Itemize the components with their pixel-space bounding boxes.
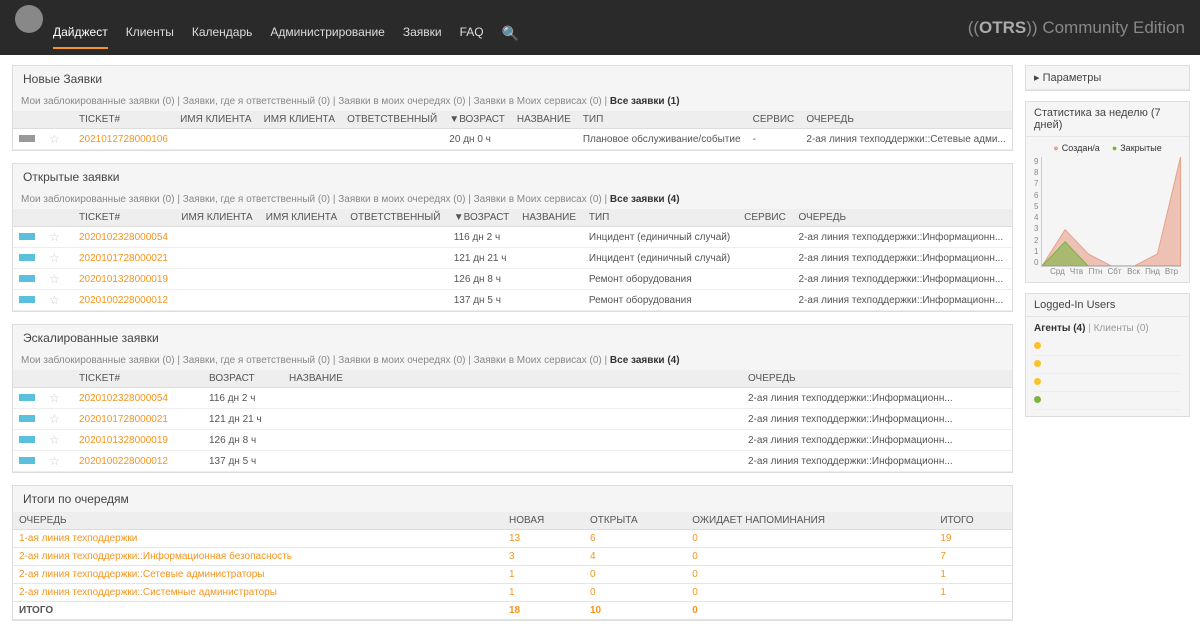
table-row[interactable]: ☆ 2020100228000012137 дн 5 ч2-ая линия т… [13, 451, 1012, 472]
user-row[interactable] [1034, 392, 1181, 410]
widget-escalated-tickets: Эскалированные заявки Мои заблокированны… [12, 324, 1013, 473]
star-icon[interactable]: ☆ [49, 454, 60, 468]
table-row[interactable]: ☆ 2020101328000019 126 дн 8 чРемонт обор… [13, 269, 1012, 290]
star-icon[interactable]: ☆ [49, 230, 60, 244]
table-row[interactable]: 2-ая линия техподдержки::Системные админ… [13, 584, 1012, 602]
status-flag [19, 394, 35, 401]
widget-queue-totals: Итоги по очередям ОЧЕРЕДЬ НОВАЯОТКРЫТА О… [12, 485, 1013, 621]
avatar[interactable] [15, 5, 43, 33]
table-row[interactable]: ☆ 2020101728000021121 дн 21 ч2-ая линия … [13, 409, 1012, 430]
status-dot-icon [1034, 378, 1041, 385]
star-icon[interactable]: ☆ [49, 433, 60, 447]
table-row[interactable]: ☆ 2020101728000021 121 дн 21 чИнцидент (… [13, 248, 1012, 269]
main-nav: Дайджест Клиенты Календарь Администриров… [53, 25, 519, 49]
table-row[interactable]: ☆ 2020100228000012 137 дн 5 чРемонт обор… [13, 290, 1012, 311]
nav-admin[interactable]: Администрирование [270, 25, 384, 49]
widget-title: Итоги по очередям [13, 486, 1012, 512]
table-row[interactable]: ☆ 2020102328000054116 дн 2 ч2-ая линия т… [13, 388, 1012, 409]
chart-legend: Создан/а Закрытые [1034, 143, 1181, 153]
queue-totals-table: ОЧЕРЕДЬ НОВАЯОТКРЫТА ОЖИДАЕТ НАПОМИНАНИЯ… [13, 512, 1012, 620]
status-dot-icon [1034, 342, 1041, 349]
new-tickets-table: TICKET#ИМЯ КЛИЕНТАИМЯ КЛИЕНТА ОТВЕТСТВЕН… [13, 111, 1012, 150]
widget-title: Новые Заявки [13, 66, 1012, 92]
table-row[interactable]: ☆ 2020102328000054 116 дн 2 чИнцидент (е… [13, 227, 1012, 248]
status-flag [19, 135, 35, 142]
status-flag [19, 415, 35, 422]
nav-calendar[interactable]: Календарь [192, 25, 253, 49]
logged-users-box: Logged-In Users Агенты (4) | Клиенты (0) [1025, 293, 1190, 417]
widget-open-tickets: Открытые заявки Мои заблокированные заяв… [12, 163, 1013, 312]
top-bar: Дайджест Клиенты Календарь Администриров… [0, 0, 1200, 55]
open-tickets-table: TICKET#ИМЯ КЛИЕНТАИМЯ КЛИЕНТА ОТВЕТСТВЕН… [13, 209, 1012, 311]
status-dot-icon [1034, 396, 1041, 403]
params-box[interactable]: ▸ Параметры [1025, 65, 1190, 91]
nav-faq[interactable]: FAQ [460, 25, 484, 49]
search-icon[interactable]: 🔍 [502, 25, 519, 49]
user-row[interactable] [1034, 374, 1181, 392]
star-icon[interactable]: ☆ [49, 272, 60, 286]
escalated-tickets-table: TICKET# ВОЗРАСТ НАЗВАНИЕ ОЧЕРЕДЬ ☆ 20201… [13, 370, 1012, 472]
star-icon[interactable]: ☆ [49, 293, 60, 307]
table-row[interactable]: ☆ 2020101328000019126 дн 8 ч2-ая линия т… [13, 430, 1012, 451]
brand: ((OTRS)) Community Edition [968, 18, 1185, 38]
filter-tabs[interactable]: Мои заблокированные заявки (0) | Заявки,… [13, 190, 1012, 209]
nav-dashboard[interactable]: Дайджест [53, 25, 108, 49]
chevron-right-icon: ▸ [1034, 72, 1040, 84]
status-flag [19, 296, 35, 303]
filter-tabs[interactable]: Мои заблокированные заявки (0) | Заявки,… [13, 351, 1012, 370]
stats-box: Статистика за неделю (7 дней) Создан/а З… [1025, 101, 1190, 283]
status-flag [19, 233, 35, 240]
status-flag [19, 275, 35, 282]
widget-title: Эскалированные заявки [13, 325, 1012, 351]
widget-title: Открытые заявки [13, 164, 1012, 190]
totals-row: ИТОГО18100 [13, 602, 1012, 620]
star-icon[interactable]: ☆ [49, 391, 60, 405]
status-dot-icon [1034, 360, 1041, 367]
status-flag [19, 457, 35, 464]
widget-new-tickets: Новые Заявки Мои заблокированные заявки … [12, 65, 1013, 151]
status-flag [19, 436, 35, 443]
table-row[interactable]: 2-ая линия техподдержки::Сетевые админис… [13, 566, 1012, 584]
status-flag [19, 254, 35, 261]
clients-tab[interactable]: Клиенты (0) [1094, 323, 1149, 334]
nav-tickets[interactable]: Заявки [403, 25, 442, 49]
nav-clients[interactable]: Клиенты [126, 25, 174, 49]
table-row[interactable]: ☆ 2021012728000106 20 дн 0 ч Плановое об… [13, 129, 1012, 150]
table-row[interactable]: 1-ая линия техподдержки136019 [13, 530, 1012, 548]
filter-tabs[interactable]: Мои заблокированные заявки (0) | Заявки,… [13, 92, 1012, 111]
star-icon[interactable]: ☆ [49, 412, 60, 426]
week-chart: 9876543210 [1034, 157, 1181, 267]
user-row[interactable] [1034, 338, 1181, 356]
agents-tab[interactable]: Агенты (4) [1034, 323, 1085, 334]
star-icon[interactable]: ☆ [49, 251, 60, 265]
star-icon[interactable]: ☆ [49, 132, 60, 146]
user-row[interactable] [1034, 356, 1181, 374]
